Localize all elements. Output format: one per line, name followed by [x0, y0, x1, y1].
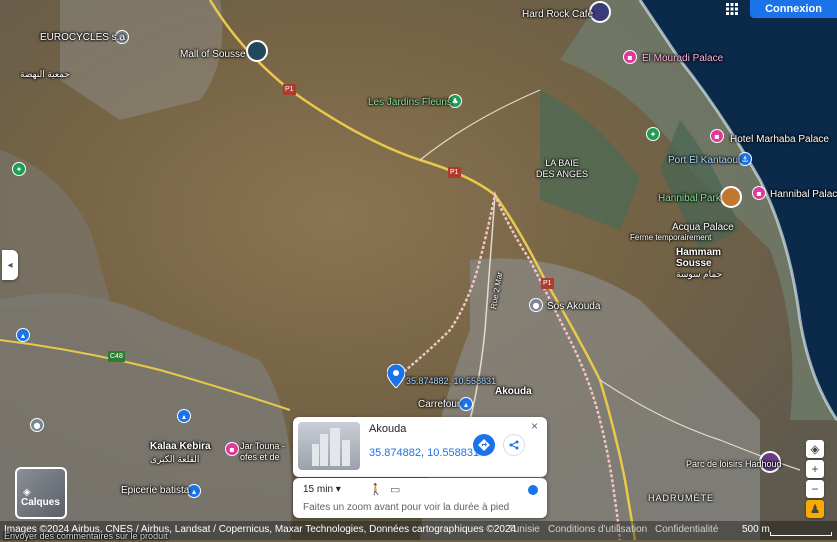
place-label[interactable]: Hannibal Park	[658, 193, 721, 204]
road-shield-p1: P1	[448, 167, 461, 178]
city-label-arabic: القلعة الكبرى	[150, 454, 200, 464]
scale-bar	[770, 532, 832, 536]
travel-time-panel[interactable]: 15 min ▾ 🚶 ▭ Faites un zoom avant pour v…	[293, 478, 547, 518]
hannibal-park-photo-icon[interactable]	[720, 186, 742, 208]
city-label-arabic: حمام سوسة	[676, 269, 723, 279]
area-label: LA BAIE DES ANGES	[536, 158, 589, 179]
apps-grid-icon[interactable]	[722, 0, 742, 18]
compass-icon[interactable]: ◈	[806, 440, 824, 458]
city-label: Hammam Sousse	[676, 247, 722, 269]
scale-label[interactable]: 500 m	[742, 524, 770, 535]
place-icon[interactable]: ●	[30, 418, 44, 432]
directions-button[interactable]	[473, 434, 495, 456]
layers-button[interactable]: ◈ Calques	[15, 467, 67, 519]
leisure-icon[interactable]: ✦	[646, 127, 660, 141]
road-shield-p1: P1	[283, 84, 296, 95]
travel-time-select[interactable]: 15 min ▾	[303, 484, 341, 495]
place-label[interactable]: Hotel Marhaba Palace	[730, 134, 829, 145]
share-icon	[509, 440, 519, 450]
sign-in-button[interactable]: Connexion	[750, 0, 837, 18]
hotel-icon[interactable]: ▪	[225, 442, 239, 456]
terms-link[interactable]: Conditions d'utilisation	[548, 524, 647, 535]
hotel-icon[interactable]: ▪	[623, 50, 637, 64]
layers-label: Calques	[21, 497, 60, 508]
shopping-icon[interactable]: ▴	[16, 328, 30, 342]
place-label[interactable]: Les Jardins Fleuris	[368, 97, 452, 108]
place-coordinates[interactable]: 35.874882, 10.558831	[369, 447, 479, 459]
place-label[interactable]: Mall of Sousse	[180, 49, 246, 60]
hotel-icon[interactable]: ▪	[710, 129, 724, 143]
shopping-icon[interactable]: ▴	[459, 397, 473, 411]
place-label[interactable]: Carrefour	[418, 399, 460, 410]
share-button[interactable]	[503, 434, 525, 456]
hotel-icon[interactable]: ▪	[752, 186, 766, 200]
city-label: Kalaa Kebira	[150, 441, 211, 452]
place-label[interactable]: EUROCYCLES s.a	[40, 32, 125, 43]
chevron-left-icon: ◂	[7, 259, 13, 271]
place-label[interactable]: Sos Akouda	[547, 301, 600, 312]
walking-icon[interactable]: 🚶	[369, 483, 383, 496]
privacy-link[interactable]: Confidentialité	[655, 524, 718, 535]
place-label: جمعية النهضة	[20, 69, 70, 79]
close-icon[interactable]: ×	[531, 419, 538, 433]
car-icon[interactable]: ▭	[390, 483, 400, 496]
place-label[interactable]: Port El Kantaoui	[668, 155, 740, 166]
map-controls: ◈ + − ♟	[806, 440, 824, 520]
leisure-icon[interactable]: ✦	[12, 162, 26, 176]
dropdown-icon: ▾	[335, 484, 341, 495]
place-title: Akouda	[369, 423, 407, 435]
road-shield-p1: P1	[541, 278, 554, 289]
status-label: Ferme temporairement	[630, 233, 712, 242]
travel-time-toggle[interactable]	[528, 485, 538, 495]
place-icon[interactable]: ●	[529, 298, 543, 312]
city-label: Akouda	[495, 386, 532, 397]
country-link[interactable]: Tunisie	[508, 524, 540, 535]
shopping-icon[interactable]: ▴	[177, 409, 191, 423]
place-thumbnail[interactable]	[298, 422, 360, 470]
collapse-panel-button[interactable]: ◂	[2, 250, 18, 280]
travel-time-note: Faites un zoom avant pour voir la durée …	[303, 502, 510, 513]
mall-photo-icon[interactable]	[246, 40, 268, 62]
place-label[interactable]: El Mouradi Palace	[642, 53, 723, 64]
zoom-out-button[interactable]: −	[806, 480, 824, 498]
street-view-pegman-icon[interactable]: ♟	[806, 500, 824, 518]
location-pin-icon[interactable]	[387, 364, 405, 388]
travel-time-value: 15 min	[303, 484, 334, 495]
place-label[interactable]: Hard Rock Cafe	[522, 9, 593, 20]
road-shield-c48: C48	[108, 351, 125, 362]
place-label[interactable]: Hannibal Palace	[770, 189, 837, 200]
directions-icon	[478, 439, 490, 451]
feedback-link[interactable]: Envoyer des commentaires sur le produit	[4, 531, 168, 542]
place-label[interactable]: Epicerie batista	[121, 485, 189, 496]
place-label[interactable]: Jar Touna - ofes et de	[240, 441, 285, 463]
place-card[interactable]: Akouda 35.874882, 10.558831 ×	[293, 417, 547, 477]
pin-label: 35.874882, 10.558831	[406, 376, 497, 386]
zoom-in-button[interactable]: +	[806, 460, 824, 478]
place-label[interactable]: Parc de loisirs Hadhoud	[686, 459, 782, 470]
area-label: HADRUMÈTE	[648, 493, 715, 503]
